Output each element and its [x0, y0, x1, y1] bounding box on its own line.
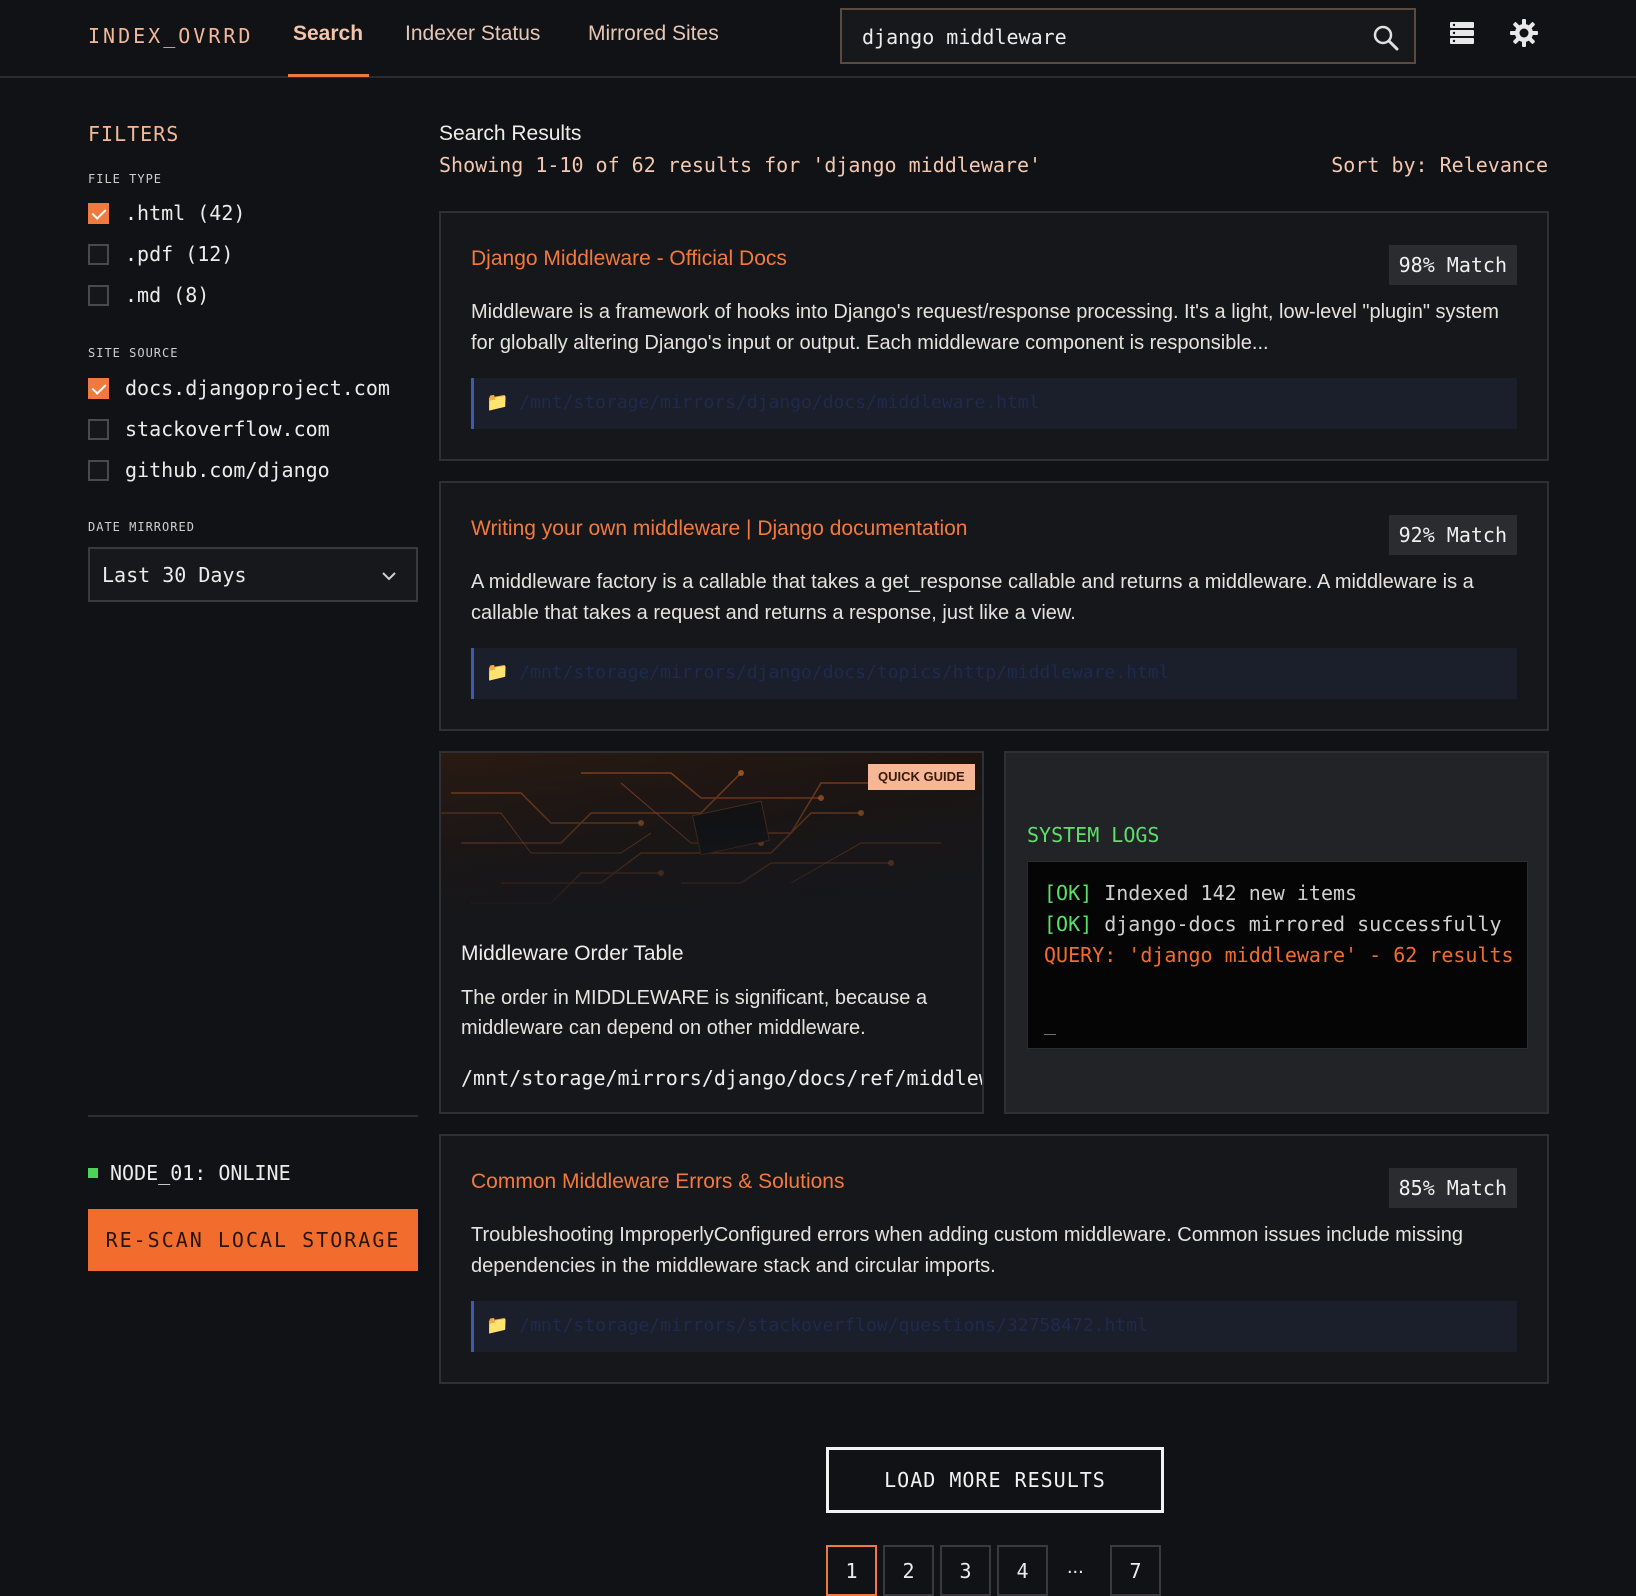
file-type-label: FILE TYPE — [88, 172, 163, 186]
results-title: Search Results — [439, 122, 582, 145]
result-card: Common Middleware Errors & Solutions 85%… — [439, 1134, 1549, 1384]
search-box — [840, 8, 1416, 64]
status-indicator-icon — [88, 1168, 98, 1178]
page-ellipsis: ... — [1067, 1556, 1084, 1578]
checkbox[interactable] — [88, 460, 109, 481]
result-title-link[interactable]: Common Middleware Errors & Solutions — [471, 1170, 844, 1194]
checkbox-checked[interactable] — [88, 203, 109, 224]
guide-text: The order in MIDDLEWARE is significant, … — [461, 987, 928, 1039]
storage-icon[interactable] — [1447, 18, 1477, 48]
node-status: NODE_01: ONLINE — [110, 1161, 291, 1185]
filter-label: .pdf (12) — [125, 242, 234, 266]
checkbox[interactable] — [88, 285, 109, 306]
log-text: Indexed 142 new items — [1092, 881, 1358, 905]
results-summary: Showing 1-10 of 62 results for 'django m… — [439, 153, 1042, 177]
match-badge: 98% Match — [1388, 245, 1517, 285]
tab-mirrored-sites[interactable]: Mirrored Sites — [588, 22, 719, 46]
filters-title: FILTERS — [88, 122, 180, 146]
guide-path[interactable]: /mnt/storage/mirrors/django/docs/ref/mid… — [461, 1066, 982, 1090]
result-card: Django Middleware - Official Docs 98% Ma… — [439, 211, 1549, 461]
checkbox-checked[interactable] — [88, 378, 109, 399]
log-line: [OK] django-docs mirrored successfully — [1044, 909, 1514, 940]
log-line: [OK] Indexed 142 new items — [1044, 878, 1514, 909]
result-snippet: Middleware is a framework of hooks into … — [471, 301, 1499, 354]
log-text: django-docs mirrored successfully — [1092, 912, 1502, 936]
result-path[interactable]: 📁 /mnt/storage/mirrors/django/docs/middl… — [471, 378, 1517, 429]
log-ok-tag: [OK] — [1044, 881, 1093, 905]
filter-label: github.com/django — [125, 458, 330, 482]
page-button-4[interactable]: 4 — [997, 1545, 1048, 1596]
brand-logo[interactable]: INDEX_OVRRD — [88, 24, 253, 48]
top-nav-bar: INDEX_OVRRD Search Indexer Status Mirror… — [0, 0, 1636, 78]
page-button-2[interactable]: 2 — [883, 1545, 934, 1596]
result-title-link[interactable]: Django Middleware - Official Docs — [471, 247, 787, 271]
match-badge: 85% Match — [1388, 1168, 1517, 1208]
quick-guide-badge: QUICK GUIDE — [868, 764, 975, 790]
page-button-1[interactable]: 1 — [826, 1545, 877, 1596]
result-path-text: 📁 /mnt/storage/mirrors/django/docs/topic… — [486, 662, 1170, 683]
chevron-down-icon — [382, 572, 396, 581]
sort-dropdown[interactable]: Sort by: Relevance — [1331, 153, 1548, 177]
date-mirrored-select[interactable]: Last 30 Days — [88, 547, 418, 602]
rescan-button[interactable]: RE-SCAN LOCAL STORAGE — [88, 1209, 418, 1271]
result-title-link[interactable]: Writing your own middleware | Django doc… — [471, 517, 967, 541]
result-snippet: A middleware factory is a callable that … — [471, 571, 1474, 624]
filter-label: .md (8) — [125, 283, 210, 307]
tab-search[interactable]: Search — [293, 22, 363, 46]
system-logs-title: SYSTEM LOGS — [1027, 823, 1160, 847]
filter-label: stackoverflow.com — [125, 417, 330, 441]
result-path-text: 📁 /mnt/storage/mirrors/django/docs/middl… — [486, 392, 1040, 413]
gear-icon[interactable] — [1509, 18, 1539, 48]
match-badge: 92% Match — [1388, 515, 1517, 555]
result-path[interactable]: 📁 /mnt/storage/mirrors/django/docs/topic… — [471, 648, 1517, 699]
result-path-text: 📁 /mnt/storage/mirrors/stackoverflow/que… — [486, 1315, 1148, 1336]
filter-label: .html (42) — [125, 201, 246, 225]
date-mirrored-label: DATE MIRRORED — [88, 520, 195, 534]
result-path[interactable]: 📁 /mnt/storage/mirrors/stackoverflow/que… — [471, 1301, 1517, 1352]
load-more-button[interactable]: LOAD MORE RESULTS — [826, 1447, 1164, 1513]
search-icon[interactable] — [1372, 24, 1400, 52]
log-ok-tag: [OK] — [1044, 912, 1093, 936]
guide-title: Middleware Order Table — [461, 942, 684, 965]
filter-label: docs.djangoproject.com — [125, 376, 390, 400]
result-snippet: Troubleshooting ImproperlyConfigured err… — [471, 1224, 1463, 1277]
page-button-7[interactable]: 7 — [1110, 1545, 1161, 1596]
result-card: Writing your own middleware | Django doc… — [439, 481, 1549, 731]
checkbox[interactable] — [88, 244, 109, 265]
site-source-label: SITE SOURCE — [88, 346, 179, 360]
log-query-line: QUERY: 'django middleware' - 62 results — [1044, 943, 1514, 967]
checkbox[interactable] — [88, 419, 109, 440]
date-select-value: Last 30 Days — [102, 563, 247, 587]
active-tab-indicator — [288, 74, 369, 77]
log-console: [OK] Indexed 142 new items [OK] django-d… — [1027, 861, 1528, 1049]
quick-guide-card[interactable]: QUICK GUIDE Middleware Order Table The o… — [439, 751, 984, 1114]
log-cursor: _ — [1044, 1011, 1057, 1035]
page-button-3[interactable]: 3 — [940, 1545, 991, 1596]
search-input[interactable] — [862, 24, 1342, 50]
tab-indexer-status[interactable]: Indexer Status — [405, 22, 540, 46]
sidebar-divider — [88, 1115, 418, 1117]
system-logs-card: SYSTEM LOGS [OK] Indexed 142 new items [… — [1004, 751, 1549, 1114]
